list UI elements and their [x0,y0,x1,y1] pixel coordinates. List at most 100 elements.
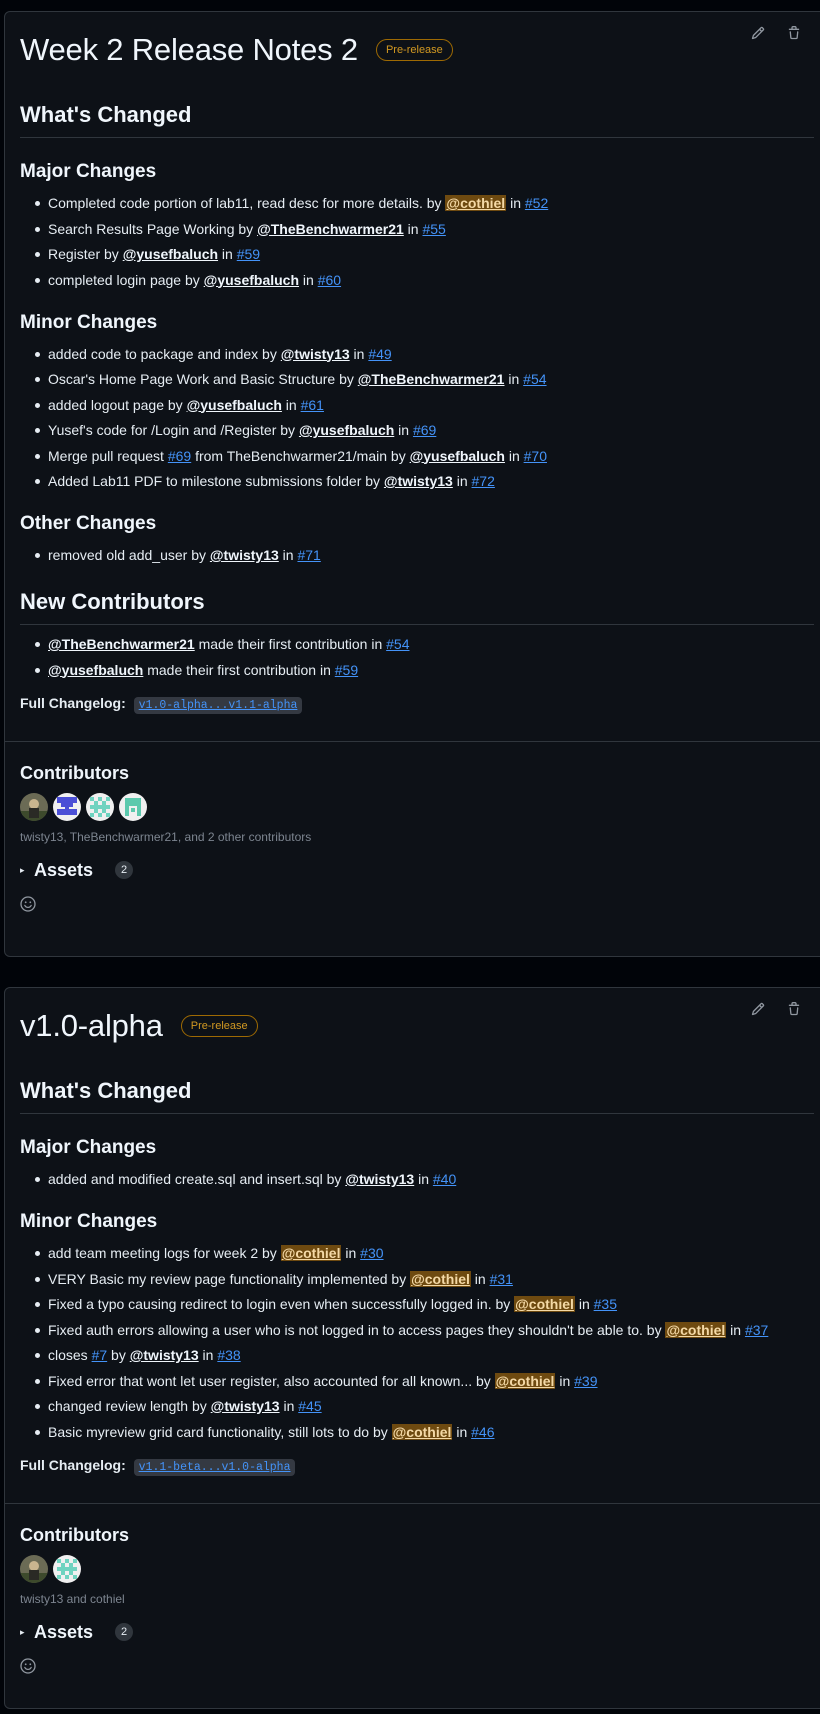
full-changelog-label: Full Changelog: [20,694,126,711]
assets-toggle[interactable]: ▸ Assets 2 [20,1622,814,1643]
pull-request-link[interactable]: #35 [594,1296,617,1312]
pull-request-link[interactable]: #49 [368,346,391,362]
change-list: added code to package and index by @twis… [20,345,814,491]
pull-request-link[interactable]: #39 [574,1373,597,1389]
pull-request-link[interactable]: #54 [386,636,409,652]
pull-request-link[interactable]: #52 [525,195,548,211]
trash-icon[interactable] [787,1002,801,1016]
user-mention-link[interactable]: @yusefbaluch [299,422,394,438]
pull-request-link[interactable]: #59 [335,662,358,678]
user-mention-link[interactable]: @cothiel [445,195,507,211]
assets-toggle[interactable]: ▸ Assets 2 [20,860,814,881]
pull-request-link[interactable]: #30 [360,1245,383,1261]
twisty13-avatar[interactable] [20,1554,48,1583]
smiley-icon[interactable] [20,1657,36,1674]
contributors-heading: Contributors [20,1524,129,1545]
pull-request-link[interactable]: #31 [490,1271,513,1287]
user-mention-link[interactable]: @yusefbaluch [204,272,299,288]
pull-request-link[interactable]: #46 [471,1424,494,1440]
user-mention-link[interactable]: @twisty13 [384,473,453,489]
item-text: in [403,220,423,237]
item-text: in [218,246,237,262]
user-mention-link[interactable]: @cothiel [514,1296,575,1312]
changelog-compare-link[interactable]: v1.0-alpha...v1.1-alpha [133,696,303,714]
item-text: Fixed error that wont let user register,… [48,1372,495,1389]
pre-release-badge: Pre-release [375,39,453,61]
list-item: Fixed auth errors allowing a user who is… [34,1321,814,1339]
twisty13-avatar[interactable] [20,792,48,821]
pencil-icon[interactable] [751,1002,765,1016]
user-mention-link[interactable]: @cothiel [665,1321,727,1338]
item-text: added code to package and index by [48,345,281,362]
user-mention-link[interactable]: @TheBenchwarmer21 [358,371,505,387]
item-text: in [504,371,524,387]
user-mention-link[interactable]: @yusefbaluch [48,662,143,678]
user-mention-link[interactable]: @twisty13 [281,346,350,362]
user-mention-link[interactable]: @cothiel [280,1245,342,1261]
pull-request-link[interactable]: #55 [422,221,445,237]
pull-request-link[interactable]: #38 [217,1347,240,1363]
item-text: made their first contribution in [143,661,335,678]
release-title[interactable]: v1.0-alpha [20,1008,163,1044]
user-mention-link[interactable]: @yusefbaluch [187,397,282,413]
pull-request-link[interactable]: #69 [413,422,436,438]
cothiel-avatar[interactable] [53,1554,81,1583]
change-list: Completed code portion of lab11, read de… [20,194,814,289]
user-mention-link[interactable]: @cothiel [410,1270,471,1287]
pull-request-link[interactable]: #69 [168,448,191,464]
smiley-icon[interactable] [20,895,36,912]
user-mention-link[interactable]: @cothiel [494,1372,556,1389]
pull-request-link[interactable]: #54 [523,371,546,387]
pull-request-link[interactable]: #40 [433,1171,456,1187]
pull-request-link[interactable]: #71 [297,547,320,563]
trash-icon[interactable] [787,26,801,40]
list-item: add team meeting logs for week 2 by @cot… [34,1244,814,1262]
user-mention-link[interactable]: @TheBenchwarmer21 [48,636,195,652]
user-mention-link[interactable]: @twisty13 [210,547,279,563]
item-text: Fixed a typo causing redirect to login e… [48,1296,515,1312]
yusefbaluch-avatar[interactable] [119,792,147,821]
TheBenchwarmer21-avatar[interactable] [53,792,81,821]
triangle-right-icon: ▸ [20,1626,25,1637]
user-mention-link[interactable]: @yusefbaluch [123,246,218,262]
section-heading: Other Changes [20,513,157,534]
contributors-text: twisty13 and cothiel [20,1591,125,1606]
release-card: Week 2 Release Notes 2 Pre-release What'… [4,11,820,957]
pull-request-link[interactable]: #60 [318,272,341,288]
pull-request-link[interactable]: #37 [745,1322,768,1338]
pull-request-link[interactable]: #70 [524,448,547,464]
user-mention-link[interactable]: @twisty13 [211,1398,280,1414]
item-text: in [414,1171,433,1187]
list-item: added logout page by @yusefbaluch in #61 [34,396,814,414]
user-mention-link[interactable]: @TheBenchwarmer21 [257,221,404,237]
item-text: in [470,1270,490,1287]
pull-request-link[interactable]: #59 [237,246,260,262]
section-heading: Minor Changes [20,1211,158,1232]
item-text: in [394,422,413,438]
user-mention-link[interactable]: @yusefbaluch [410,448,505,464]
item-text: VERY Basic my review page functionality … [48,1270,411,1287]
list-item: Yusef's code for /Login and /Register by… [34,421,814,439]
item-text: Completed code portion of lab11, read de… [48,195,446,211]
changelog-compare-link[interactable]: v1.1-beta...v1.0-alpha [133,1458,296,1476]
item-text: closes [48,1347,92,1363]
new-contributors-list: @TheBenchwarmer21 made their first contr… [20,635,814,679]
item-text: in [278,547,298,563]
full-changelog: Full Changelog: v1.0-alpha...v1.1-alpha [20,693,814,716]
pull-request-link[interactable]: #61 [301,397,324,413]
user-mention-link[interactable]: @twisty13 [130,1347,199,1363]
list-item: Fixed a typo causing redirect to login e… [34,1295,814,1313]
user-mention-link[interactable]: @twisty13 [345,1171,414,1187]
item-text: added logout page by [48,396,187,413]
pull-request-link[interactable]: #7 [92,1347,108,1363]
pencil-icon[interactable] [751,26,765,40]
release-title[interactable]: Week 2 Release Notes 2 [20,32,358,68]
item-text: from TheBenchwarmer21/main by [191,447,410,464]
pull-request-link[interactable]: #72 [472,473,495,489]
change-list: add team meeting logs for week 2 by @cot… [20,1244,814,1441]
pull-request-link[interactable]: #45 [298,1398,321,1414]
item-text: in [452,473,472,489]
item-text: Oscar's Home Page Work and Basic Structu… [48,371,358,387]
user-mention-link[interactable]: @cothiel [391,1423,453,1440]
cothiel-avatar[interactable] [86,792,114,821]
